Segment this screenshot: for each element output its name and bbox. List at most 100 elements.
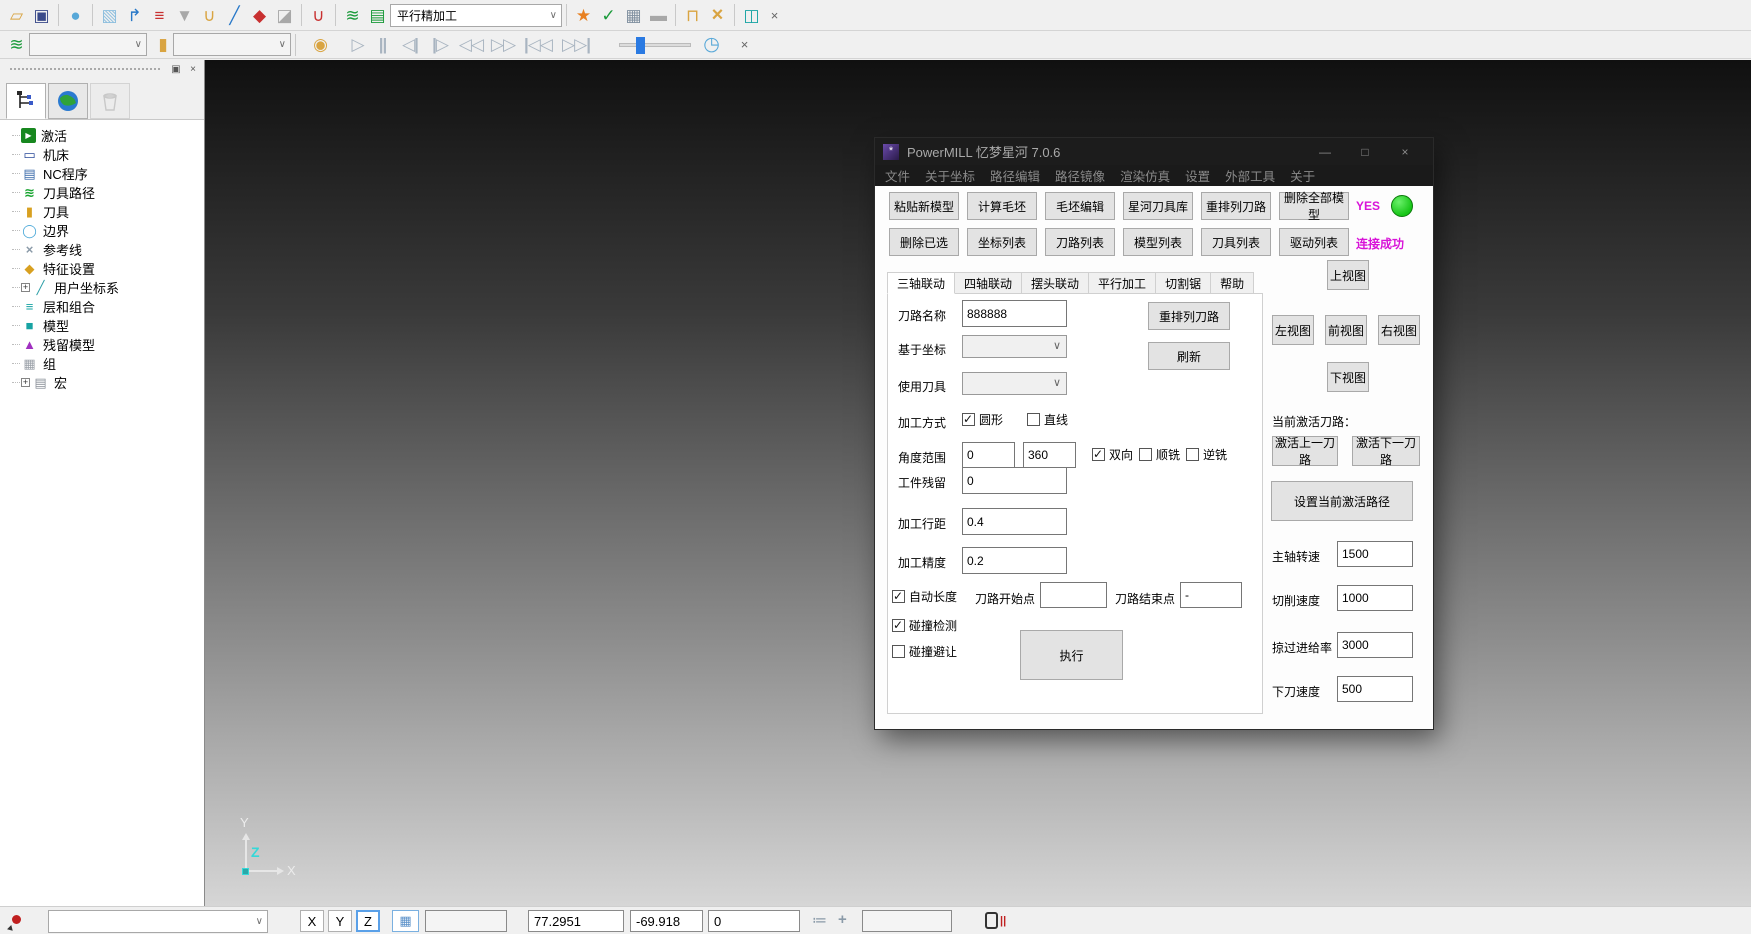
axis-y-button[interactable]: Y: [328, 910, 352, 932]
collision-avoid-checkbox[interactable]: 碰撞避让: [892, 643, 957, 660]
strategy-icon[interactable]: ▤: [365, 3, 390, 27]
toolpath-name-input[interactable]: [962, 300, 1067, 327]
menu-file[interactable]: 文件: [885, 166, 910, 185]
panel-restore-icon[interactable]: ▣: [169, 63, 183, 76]
tolerance-status-field[interactable]: [862, 910, 952, 932]
climb-mill-checkbox[interactable]: 顺铣: [1139, 446, 1180, 463]
tree-item-machine[interactable]: ▭机床: [4, 145, 204, 164]
tool-block-icon[interactable]: ◪: [272, 3, 297, 27]
view-left-button[interactable]: 左视图: [1272, 315, 1314, 345]
viewmill-icon[interactable]: ●: [63, 3, 88, 27]
calculator-icon[interactable]: ▦: [621, 3, 646, 27]
menu-external-tools[interactable]: 外部工具: [1225, 166, 1275, 185]
mode-line-checkbox[interactable]: 直线: [1027, 411, 1068, 428]
checkbox[interactable]: [962, 413, 975, 426]
play-icon[interactable]: ▷: [345, 33, 370, 57]
spindle-speed-input[interactable]: [1337, 541, 1413, 567]
step-back-icon[interactable]: ◁|: [395, 33, 425, 57]
rearrange-toolpaths-button[interactable]: 重排列刀路: [1201, 192, 1271, 220]
pattern-edit-icon[interactable]: ╱: [222, 3, 247, 27]
expand-icon[interactable]: +: [21, 378, 30, 387]
holder-profile-icon[interactable]: ∪: [306, 3, 331, 27]
auto-length-checkbox[interactable]: 自动长度: [892, 588, 957, 605]
go-first-icon[interactable]: |◁◁: [519, 33, 557, 57]
slider-handle[interactable]: [636, 37, 645, 54]
toolpath-select[interactable]: ∨: [29, 33, 147, 56]
clock-icon[interactable]: ◷: [699, 33, 724, 57]
grid-toggle-button[interactable]: ▦: [392, 910, 419, 932]
compare-icon[interactable]: ◫: [739, 3, 764, 27]
view-front-button[interactable]: 前视图: [1325, 315, 1367, 345]
tree-item-activate[interactable]: ▶激活: [4, 126, 204, 145]
start-point-input[interactable]: [1040, 582, 1107, 608]
menu-render-sim[interactable]: 渲染仿真: [1120, 166, 1170, 185]
drive-list-button[interactable]: 驱动列表: [1279, 228, 1349, 256]
lightbulb-icon[interactable]: ◉: [308, 33, 333, 57]
angle-to-input[interactable]: [1023, 442, 1076, 468]
tab-explorer-tree[interactable]: [6, 83, 46, 119]
execute-button[interactable]: 执行: [1020, 630, 1123, 680]
minimize-icon[interactable]: —: [1305, 145, 1345, 159]
tab-tilt-head[interactable]: 摆头联动: [1022, 272, 1089, 294]
tab-3axis[interactable]: 三轴联动: [887, 272, 955, 294]
pause-icon[interactable]: ||: [370, 33, 395, 57]
tab-saw[interactable]: 切割锯: [1156, 272, 1211, 294]
toolpath-list-button[interactable]: 刀路列表: [1045, 228, 1115, 256]
rewind-icon[interactable]: ◁◁: [455, 33, 487, 57]
record-dot-icon[interactable]: [12, 915, 21, 924]
plunge-speed-input[interactable]: [1337, 676, 1413, 702]
close-icon[interactable]: ×: [1385, 145, 1425, 159]
checkbox[interactable]: [892, 590, 905, 603]
tool-list-button[interactable]: 刀具列表: [1201, 228, 1271, 256]
menu-coords[interactable]: 关于坐标: [925, 166, 975, 185]
skim-feed-input[interactable]: [1337, 632, 1413, 658]
tab-4axis[interactable]: 四轴联动: [955, 272, 1022, 294]
tool-icon[interactable]: ▼: [172, 3, 197, 27]
tool-select-icon[interactable]: ▮: [153, 33, 173, 57]
points-icon[interactable]: ◆: [247, 3, 272, 27]
menu-about[interactable]: 关于: [1290, 166, 1315, 185]
block-edit-button[interactable]: 毛坯编辑: [1045, 192, 1115, 220]
fast-forward-icon[interactable]: ▷▷: [487, 33, 519, 57]
tree-item-levels[interactable]: ≡层和组合: [4, 297, 204, 316]
set-active-path-button[interactable]: 设置当前激活路径: [1271, 481, 1413, 521]
axis-z-button[interactable]: Z: [356, 910, 380, 932]
tool-pair-icon[interactable]: ⊓: [680, 3, 705, 27]
view-bottom-button[interactable]: 下视图: [1327, 362, 1369, 392]
toolpath-icon[interactable]: ≋: [340, 3, 365, 27]
connection-pause-icon[interactable]: [985, 912, 998, 929]
activate-prev-button[interactable]: 激活上一刀路: [1272, 436, 1338, 466]
tree-item-macros[interactable]: +▤宏: [4, 373, 204, 392]
stock-input[interactable]: [962, 467, 1067, 494]
tab-parallel[interactable]: 平行加工: [1089, 272, 1156, 294]
activate-next-button[interactable]: 激活下一刀路: [1352, 436, 1420, 466]
dialog-titlebar[interactable]: * PowerMILL 忆梦星河 7.0.6 — □ ×: [875, 138, 1433, 165]
rearrange-button[interactable]: 重排列刀路: [1148, 302, 1230, 330]
cursor-z-field[interactable]: [708, 910, 800, 932]
coord-select[interactable]: ∨: [962, 335, 1067, 358]
bidirectional-checkbox[interactable]: 双向: [1092, 446, 1133, 463]
tree-item-stock-models[interactable]: ▲残留模型: [4, 335, 204, 354]
tree-item-feature-sets[interactable]: ◆特征设置: [4, 259, 204, 278]
tool-select[interactable]: ∨: [962, 372, 1067, 395]
maximize-icon[interactable]: □: [1345, 145, 1385, 159]
tree-item-models[interactable]: ■模型: [4, 316, 204, 335]
refresh-button[interactable]: 刷新: [1148, 342, 1230, 370]
calc-block-button[interactable]: 计算毛坯: [967, 192, 1037, 220]
tool-library-button[interactable]: 星河刀具库: [1123, 192, 1193, 220]
grid-size-field[interactable]: [425, 910, 507, 932]
save-icon[interactable]: ▣: [29, 3, 54, 27]
jog-axes-icon[interactable]: +: [838, 911, 847, 928]
tab-explorer-trash[interactable]: [90, 83, 130, 119]
panel-grip[interactable]: [10, 68, 160, 70]
sim-toolbar-close-icon[interactable]: ×: [734, 33, 755, 57]
expand-icon[interactable]: +: [21, 283, 30, 292]
tree-item-nc-programs[interactable]: ▤NC程序: [4, 164, 204, 183]
strategy-select[interactable]: 平行精加工 ∨: [390, 4, 562, 27]
coord-list-button[interactable]: 坐标列表: [967, 228, 1037, 256]
tool-select[interactable]: ∨: [173, 33, 291, 56]
tree-item-patterns[interactable]: ×参考线: [4, 240, 204, 259]
model-list-button[interactable]: 模型列表: [1123, 228, 1193, 256]
mode-circle-checkbox[interactable]: 圆形: [962, 411, 1003, 428]
cursor-y-field[interactable]: [630, 910, 703, 932]
